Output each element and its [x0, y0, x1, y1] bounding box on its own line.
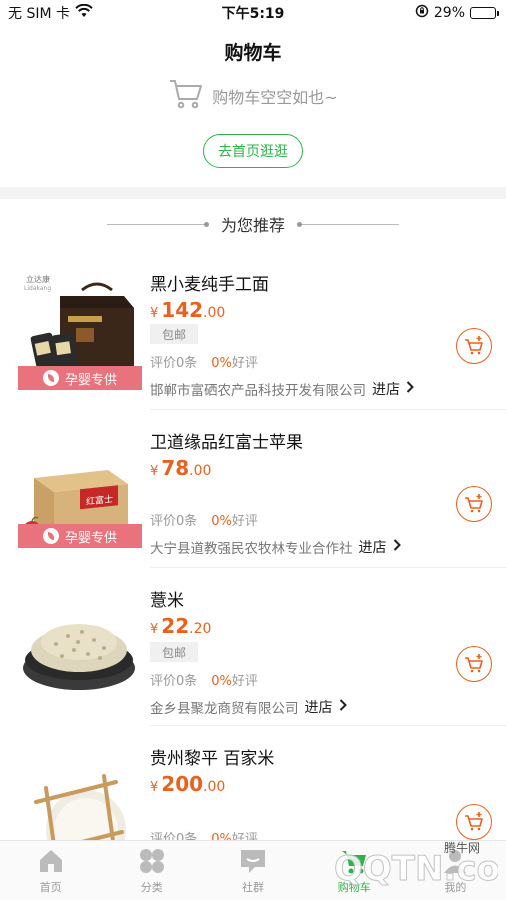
- community-icon: [241, 850, 265, 873]
- price-decimal: .00: [203, 779, 226, 795]
- review-info: 评价0条 0%好评: [150, 670, 258, 689]
- product-price: ¥ 142 .00: [150, 298, 225, 322]
- enter-shop-label: 进店: [372, 382, 400, 398]
- tab-home[interactable]: 首页: [0, 841, 101, 900]
- shop-link[interactable]: 邯郸市富硒农产品科技开发有限公司 进店: [150, 379, 414, 399]
- good-rate: 0%好评: [211, 352, 258, 371]
- good-rate-value: 0%: [211, 674, 232, 689]
- review-info: 评价0条 0%好评: [150, 352, 258, 371]
- add-cart-icon: [465, 494, 483, 513]
- product-price: ¥ 22 .20: [150, 614, 211, 638]
- page-title: 购物车: [224, 42, 282, 64]
- price-currency: ¥: [150, 622, 159, 637]
- good-rate-value: 0%: [211, 514, 232, 529]
- empty-cart-message: 购物车空空如也~: [212, 88, 338, 107]
- good-rate: 0%好评: [211, 670, 258, 689]
- image-brand-en: Lidakang: [24, 285, 51, 292]
- review-count: 评价0条: [150, 514, 198, 529]
- empty-cart-notice: 购物车空空如也~: [0, 78, 506, 114]
- price-currency: ¥: [150, 306, 159, 321]
- shop-name: 大宁县道教强民农牧林专业合作社: [150, 541, 353, 557]
- product-card[interactable]: 红富士 孕婴专供 卫道缘品红富士苹果 ¥ 78 .00 评价0条 0%好评 大宁…: [0, 410, 506, 568]
- watermark-logo: 腾牛网 QQTN.com: [334, 840, 499, 890]
- leaf-icon: [42, 528, 59, 544]
- good-rate-label: 好评: [231, 356, 258, 371]
- leaf-icon: [42, 370, 59, 386]
- add-cart-icon: [465, 336, 483, 355]
- free-shipping-badge: 包邮: [150, 642, 198, 662]
- product-price: ¥ 78 .00: [150, 456, 211, 480]
- good-rate: 0%好评: [211, 510, 258, 529]
- category-icon: [139, 849, 164, 873]
- good-rate-value: 0%: [211, 356, 232, 371]
- price-integer: 142: [161, 298, 204, 322]
- header-line-right: [297, 221, 399, 227]
- good-rate-label: 好评: [231, 674, 258, 689]
- battery-icon: [470, 7, 499, 19]
- tab-label: 社群: [242, 881, 264, 894]
- go-home-button[interactable]: 去首页逛逛: [203, 134, 303, 168]
- add-to-cart-button[interactable]: [456, 328, 492, 364]
- shop-link[interactable]: 金乡县聚龙商贸有限公司 进店: [150, 697, 347, 717]
- shop-name: 金乡县聚龙商贸有限公司: [150, 701, 299, 717]
- price-decimal: .00: [203, 305, 226, 321]
- product-card[interactable]: 薏米 ¥ 22 .20 包邮 评价0条 0%好评 金乡县聚龙商贸有限公司 进店: [0, 568, 506, 726]
- price-integer: 200: [161, 772, 204, 796]
- product-price: ¥ 200 .00: [150, 772, 225, 796]
- price-decimal: .00: [189, 463, 212, 479]
- shop-name: 邯郸市富硒农产品科技开发有限公司: [150, 383, 366, 399]
- free-shipping-badge: 包邮: [150, 324, 198, 344]
- product-name[interactable]: 卫道缘品红富士苹果: [150, 428, 303, 453]
- watermark-site-en: QQTN.com: [334, 849, 498, 889]
- tab-community[interactable]: 社群: [202, 841, 303, 900]
- product-name[interactable]: 黑小麦纯手工面: [150, 270, 269, 295]
- home-icon: [39, 850, 62, 872]
- price-currency: ¥: [150, 464, 159, 479]
- product-image[interactable]: [16, 584, 142, 708]
- promo-tag: 孕婴专供: [18, 524, 142, 548]
- review-count: 评价0条: [150, 356, 198, 371]
- price-integer: 22: [161, 614, 190, 638]
- tab-category[interactable]: 分类: [101, 841, 202, 900]
- status-bar: 无 SIM 卡 下午5:19 29%: [0, 0, 506, 26]
- header-line-left: [106, 221, 209, 227]
- add-cart-icon: [465, 654, 483, 673]
- image-brand: 立达康: [26, 274, 50, 284]
- chevron-right-icon: [406, 381, 414, 397]
- promo-tag: 孕婴专供: [18, 366, 142, 390]
- recommend-header: 为您推荐: [0, 212, 506, 236]
- good-rate-label: 好评: [231, 514, 258, 529]
- product-card[interactable]: 立达康 Lidakang 孕婴专供 黑小麦纯手工面 ¥ 142 .00 包邮 评…: [0, 252, 506, 410]
- battery-percent: 29%: [433, 5, 465, 21]
- review-count: 评价0条: [150, 674, 198, 689]
- price-integer: 78: [161, 456, 190, 480]
- add-to-cart-button[interactable]: [456, 646, 492, 682]
- enter-shop-label: 进店: [304, 700, 333, 716]
- recommend-title: 为您推荐: [220, 216, 285, 235]
- tab-label: 分类: [140, 881, 163, 894]
- orientation-lock-icon: [415, 4, 429, 22]
- promo-label: 孕婴专供: [64, 530, 117, 546]
- review-info: 评价0条 0%好评: [150, 510, 258, 529]
- product-name[interactable]: 薏米: [150, 586, 184, 611]
- chevron-right-icon: [339, 699, 347, 715]
- price-decimal: .20: [189, 621, 212, 637]
- chevron-right-icon: [393, 539, 401, 555]
- section-divider: [0, 187, 506, 199]
- price-currency: ¥: [150, 780, 159, 795]
- promo-label: 孕婴专供: [64, 372, 117, 388]
- empty-cart-icon: [168, 78, 204, 114]
- enter-shop-label: 进店: [358, 540, 387, 556]
- product-name[interactable]: 贵州黎平 百家米: [150, 744, 274, 769]
- tab-label: 首页: [39, 881, 62, 894]
- add-cart-icon: [465, 812, 483, 831]
- add-to-cart-button[interactable]: [456, 486, 492, 522]
- shop-link[interactable]: 大宁县道教强民农牧林专业合作社 进店: [150, 537, 401, 557]
